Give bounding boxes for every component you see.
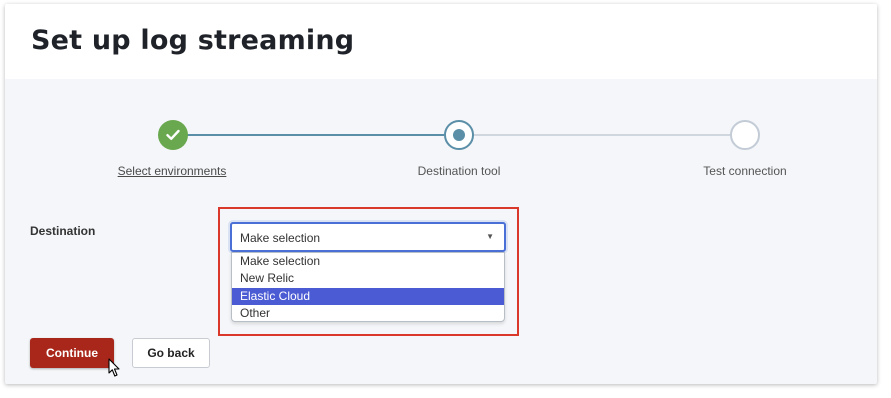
option-elastic-cloud[interactable]: Elastic Cloud: [232, 287, 504, 305]
destination-label: Destination: [30, 224, 96, 238]
step-label-destination-tool: Destination tool: [417, 164, 501, 178]
current-step-dot: [453, 129, 465, 141]
option-new-relic[interactable]: New Relic: [232, 270, 504, 287]
step-current-marker: [444, 120, 474, 150]
destination-select-value: Make selection: [240, 231, 321, 245]
checkmark-icon: [166, 129, 180, 140]
log-streaming-panel: Set up log streaming Select environments…: [5, 4, 877, 384]
step-completed-marker[interactable]: [158, 120, 188, 150]
option-make-selection[interactable]: Make selection: [232, 253, 504, 270]
page-title: Set up log streaming: [31, 25, 355, 56]
go-back-button[interactable]: Go back: [132, 338, 210, 368]
mouse-pointer-icon: [108, 358, 120, 377]
caret-down-icon: ▼: [486, 232, 494, 241]
destination-dropdown-list: Make selection New Relic Elastic Cloud O…: [231, 252, 505, 322]
step-label-test-connection: Test connection: [703, 164, 787, 178]
step-upcoming-marker: [730, 120, 760, 150]
option-other[interactable]: Other: [232, 305, 504, 321]
destination-select[interactable]: Make selection ▼: [230, 222, 506, 252]
panel-header: Set up log streaming: [5, 4, 877, 79]
stepper-connector-pending: [472, 134, 730, 136]
stepper-connector-completed: [186, 134, 444, 136]
step-link-select-environments[interactable]: Select environments: [118, 164, 227, 178]
continue-button[interactable]: Continue: [30, 338, 114, 368]
